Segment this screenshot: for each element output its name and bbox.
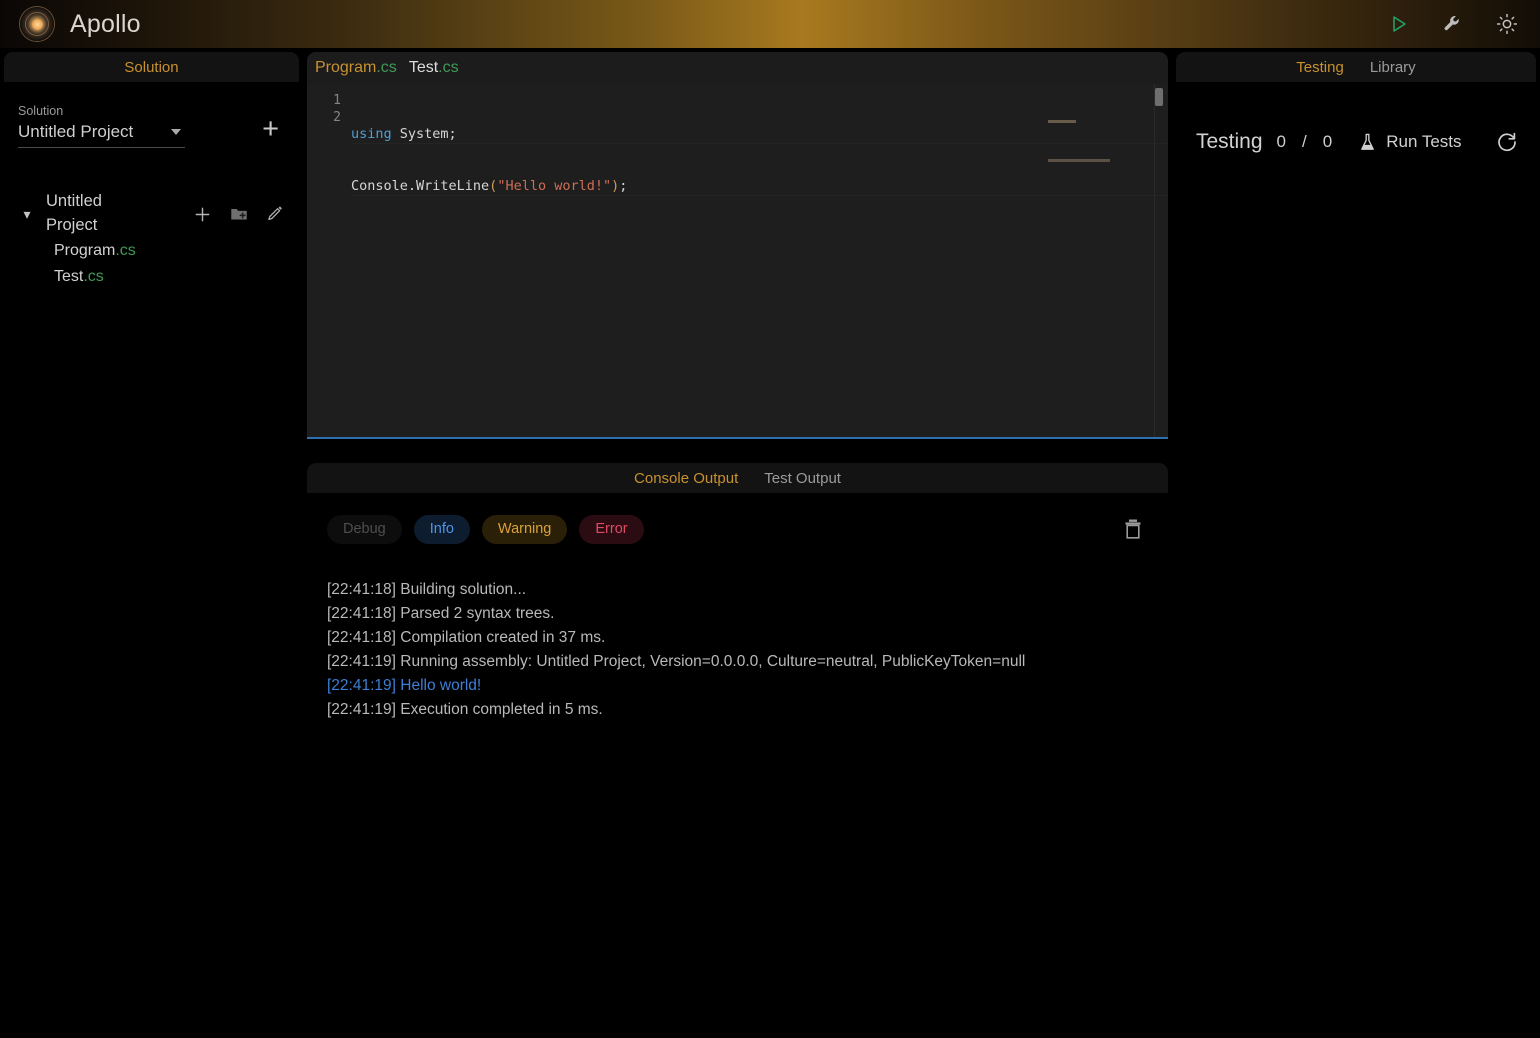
testing-count-separator: / xyxy=(1302,132,1309,151)
console-log-line: [22:41:19] Execution completed in 5 ms. xyxy=(327,700,603,718)
tab-basename: Test xyxy=(408,59,439,76)
add-folder-button[interactable] xyxy=(229,204,249,224)
line-number: 1 xyxy=(333,93,341,108)
code-token-string: "Hello world!" xyxy=(497,178,612,194)
editor-tab-program-cs[interactable]: Program.cs xyxy=(315,59,397,77)
line-number: 2 xyxy=(333,110,341,125)
add-item-button[interactable] xyxy=(193,205,212,224)
code-token-semicolon: ; xyxy=(619,178,628,194)
code-line-2: Console.WriteLine("Hello world!"); xyxy=(351,178,1168,196)
scrollbar-thumb[interactable] xyxy=(1155,88,1163,106)
app-titlebar: Apollo xyxy=(0,0,1540,48)
console-log-line: [22:41:18] Building solution... xyxy=(327,580,527,598)
chevron-down-icon xyxy=(171,129,181,135)
folder-plus-icon xyxy=(231,209,247,220)
filter-chip-info[interactable]: Info xyxy=(413,515,470,544)
solution-select-control[interactable]: Untitled Project xyxy=(18,122,185,148)
console-log-line: [22:41:18] Parsed 2 syntax trees. xyxy=(327,604,555,622)
solution-select-value: Untitled Project xyxy=(18,122,134,141)
console-log-line-stdout: [22:41:19] Hello world! xyxy=(327,676,482,694)
code-token-call: Console.WriteLine xyxy=(351,178,490,194)
code-line-1: using System; xyxy=(351,126,1168,144)
minimap-line xyxy=(1048,159,1110,162)
testing-results-list xyxy=(1172,154,1540,1038)
chevron-down-icon[interactable]: ▾ xyxy=(18,206,36,223)
tab-console-output[interactable]: Console Output xyxy=(634,470,738,487)
editor-vertical-scrollbar[interactable] xyxy=(1154,84,1163,437)
file-basename: Program xyxy=(54,242,116,259)
testing-sidebar: Testing Library Testing 0 / 0 Run Tests xyxy=(1172,48,1540,1038)
app-title: Apollo xyxy=(70,9,141,38)
project-tree: ▾ Untitled Project Program.cs Test.cs xyxy=(18,190,285,290)
refresh-icon xyxy=(1498,132,1516,152)
flask-icon xyxy=(1361,133,1375,150)
console-log-line: [22:41:19] Running assembly: Untitled Pr… xyxy=(327,652,1026,670)
pencil-icon xyxy=(268,205,282,220)
console-log: [22:41:18] Building solution... [22:41:1… xyxy=(327,578,1148,722)
line-number-gutter: 1 2 xyxy=(307,84,351,437)
run-tests-label: Run Tests xyxy=(1386,132,1462,151)
console-body: Debug Info Warning Error [22:41:18] Buil… xyxy=(307,493,1168,1038)
tree-file-test-cs[interactable]: Test.cs xyxy=(18,264,285,290)
tree-project-row[interactable]: ▾ Untitled Project xyxy=(18,190,285,238)
file-extension: .cs xyxy=(83,268,104,285)
run-button[interactable] xyxy=(1386,11,1412,37)
center-column: Program.cs Test.cs 1 2 using System; Con… xyxy=(303,48,1172,1038)
apollo-sun-medallion-icon xyxy=(20,7,54,41)
solution-select[interactable]: Solution Untitled Project xyxy=(18,104,246,148)
testing-heading: Testing xyxy=(1196,130,1263,153)
tab-solution[interactable]: Solution xyxy=(124,59,178,76)
solution-select-label: Solution xyxy=(18,104,64,118)
editor-body[interactable]: 1 2 using System; Console.WriteLine("Hel… xyxy=(307,84,1168,437)
filter-chip-error[interactable]: Error xyxy=(579,515,644,544)
add-solution-button[interactable]: + xyxy=(256,115,285,148)
trash-icon xyxy=(1125,519,1141,539)
run-tests-button[interactable]: Run Tests xyxy=(1358,132,1462,152)
tab-testing[interactable]: Testing xyxy=(1296,59,1344,76)
editor-tab-test-cs[interactable]: Test.cs xyxy=(409,59,459,77)
file-basename: Test xyxy=(54,268,84,285)
console-log-line: [22:41:18] Compilation created in 37 ms. xyxy=(327,628,606,646)
filter-chip-debug[interactable]: Debug xyxy=(327,515,402,544)
sidebar-body: Solution Untitled Project + ▾ Untitled P… xyxy=(0,82,303,290)
tab-basename: Program xyxy=(315,59,377,76)
code-token-text: System; xyxy=(391,126,457,142)
tab-extension: .cs xyxy=(376,59,397,76)
file-extension: .cs xyxy=(115,242,136,259)
filter-chip-warning[interactable]: Warning xyxy=(481,515,568,544)
code-area[interactable]: using System; Console.WriteLine("Hello w… xyxy=(351,84,1168,437)
clear-console-button[interactable] xyxy=(1122,517,1148,541)
sun-icon xyxy=(1496,13,1518,35)
testing-toolbar: Testing 0 / 0 Run Tests xyxy=(1172,82,1540,154)
testing-passed-count: 0 xyxy=(1276,132,1289,151)
solution-sidebar: Solution Solution Untitled Project + ▾ U… xyxy=(0,48,303,1038)
plus-icon xyxy=(195,207,210,221)
tab-test-output[interactable]: Test Output xyxy=(764,470,841,487)
tree-project-name: Untitled Project xyxy=(46,192,102,234)
code-editor-panel: Program.cs Test.cs 1 2 using System; Con… xyxy=(307,52,1168,439)
console-tabbar: Console Output Test Output xyxy=(307,463,1168,493)
tab-library[interactable]: Library xyxy=(1370,59,1416,76)
workspace: Solution Solution Untitled Project + ▾ U… xyxy=(0,48,1540,1038)
settings-button[interactable] xyxy=(1440,11,1466,37)
console-panel: Console Output Test Output Debug Info Wa… xyxy=(307,463,1168,1038)
sidebar-tabbar: Solution xyxy=(4,52,299,82)
testing-total-count: 0 xyxy=(1322,132,1335,151)
console-filter-row: Debug Info Warning Error xyxy=(327,515,1148,544)
right-tabbar: Testing Library xyxy=(1176,52,1536,82)
tab-extension: .cs xyxy=(438,59,459,76)
refresh-tests-button[interactable] xyxy=(1496,131,1518,153)
solution-selector-row: Solution Untitled Project + xyxy=(18,104,285,148)
minimap-line xyxy=(1048,120,1076,123)
rename-project-button[interactable] xyxy=(266,205,285,224)
editor-tabbar: Program.cs Test.cs xyxy=(307,52,1168,84)
tree-file-program-cs[interactable]: Program.cs xyxy=(18,238,285,264)
wrench-icon xyxy=(1444,16,1459,31)
code-token-keyword: using xyxy=(351,126,392,142)
tree-project-actions xyxy=(193,204,285,224)
titlebar-actions xyxy=(1386,11,1520,37)
play-icon xyxy=(1393,16,1406,32)
theme-toggle-button[interactable] xyxy=(1494,11,1520,37)
